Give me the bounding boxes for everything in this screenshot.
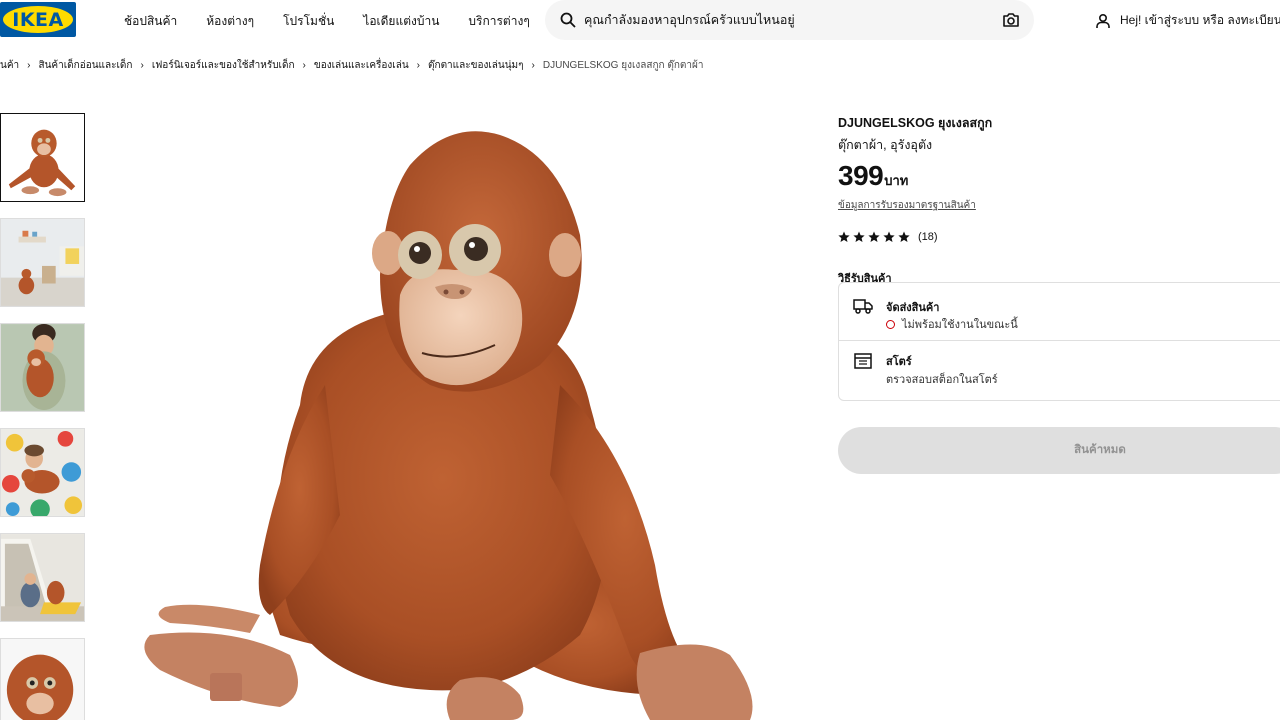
price-value: 399: [838, 160, 884, 191]
thumbnail-face-closeup[interactable]: [0, 638, 85, 720]
unavailable-status-icon: [886, 319, 895, 329]
thumbnail-child-bed[interactable]: [0, 428, 85, 517]
thumbnail-product[interactable]: [0, 113, 85, 202]
truck-icon: [853, 299, 873, 314]
search-icon[interactable]: [560, 12, 576, 28]
breadcrumb-item[interactable]: สินค้าเด็กอ่อนและเด็ก: [38, 58, 132, 73]
delivery-option-store[interactable]: สโตร์ ตรวจสอบสต็อกในสโตร์: [839, 341, 1280, 399]
account-link[interactable]: Hej! เข้าสู่ระบบ หรือ ลงทะเบียน: [1095, 11, 1280, 30]
product-price: 399 บาท: [838, 160, 1280, 192]
delivery-option-shipping[interactable]: จัดส่งสินค้า ไม่พร้อมใช้งานในขณะนี้: [839, 283, 1280, 341]
product-main-image[interactable]: [110, 95, 810, 720]
thumbnail-room[interactable]: [0, 218, 85, 307]
breadcrumb-separator: ›: [416, 59, 421, 71]
shipping-title: จัดส่งสินค้า: [886, 302, 940, 314]
breadcrumb-item[interactable]: ของเล่นและเครื่องเล่น: [314, 58, 409, 73]
breadcrumb-current: DJUNGELSKOG ยุงเงลสกูก ตุ๊กตาผ้า: [542, 59, 704, 71]
ikea-logo[interactable]: IKEA: [0, 2, 76, 37]
breadcrumb-item[interactable]: นค้า: [0, 58, 19, 73]
delivery-options-box: จัดส่งสินค้า ไม่พร้อมใช้งานในขณะนี้ สโตร…: [838, 282, 1280, 401]
breadcrumb-separator: ›: [302, 59, 306, 71]
product-info-panel: DJUNGELSKOG ยุงเงลสกูก ตุ๊กตาผ้า, อุรังอ…: [838, 113, 1280, 474]
price-currency: บาท: [884, 173, 909, 188]
nav-services[interactable]: บริการต่างๆ: [468, 12, 529, 31]
nav-ideas[interactable]: ไอเดียแต่งบ้าน: [363, 12, 439, 31]
shipping-status-text: ไม่พร้อมใช้งานในขณะนี้: [902, 319, 1018, 331]
breadcrumb-item[interactable]: เฟอร์นิเจอร์และของใช้สำหรับเด็ก: [152, 58, 295, 73]
star-icon: [898, 231, 910, 242]
search-bar: [545, 0, 1034, 40]
logo-oval: IKEA: [3, 6, 73, 33]
store-title: สโตร์: [886, 356, 912, 368]
user-icon: [1096, 13, 1110, 28]
breadcrumb-separator: ›: [27, 59, 31, 71]
account-label: Hej! เข้าสู่ระบบ หรือ ลงทะเบียน: [1120, 13, 1280, 27]
rating-count: (18): [918, 231, 938, 243]
star-icon: [838, 231, 850, 242]
sold-out-button[interactable]: สินค้าหมด: [838, 427, 1280, 474]
product-rating[interactable]: (18): [838, 231, 1280, 243]
store-check-stock: ตรวจสอบสต็อกในสโตร์: [886, 374, 998, 386]
thumbnail-tent[interactable]: [0, 533, 85, 622]
nav-promotions[interactable]: โปรโมชั่น: [283, 12, 334, 31]
site-header: IKEA ช้อปสินค้า ห้องต่างๆ โปรโมชั่น ไอเด…: [0, 0, 1280, 44]
star-icon: [883, 231, 895, 242]
search-input[interactable]: [584, 0, 984, 40]
shipping-status: ไม่พร้อมใช้งานในขณะนี้: [886, 315, 1018, 333]
breadcrumb-separator: ›: [531, 59, 535, 71]
main-nav: ช้อปสินค้า ห้องต่างๆ โปรโมชั่น ไอเดียแต่…: [124, 12, 559, 31]
logo-text: IKEA: [12, 8, 64, 31]
camera-icon[interactable]: [1002, 11, 1020, 29]
thumbnail-child-hug[interactable]: [0, 323, 85, 412]
breadcrumb-separator: ›: [140, 59, 144, 71]
nav-rooms[interactable]: ห้องต่างๆ: [206, 12, 254, 31]
star-icon: [853, 231, 865, 242]
standard-certification-link[interactable]: ข้อมูลการรับรองมาตรฐานสินค้า: [838, 198, 976, 213]
breadcrumb: นค้า › สินค้าเด็กอ่อนและเด็ก › เฟอร์นิเจ…: [0, 58, 704, 72]
breadcrumb-item[interactable]: ตุ๊กตาและของเล่นนุ่มๆ: [428, 58, 524, 73]
product-name: DJUNGELSKOG ยุงเงลสกูก: [838, 116, 993, 130]
star-icon: [868, 231, 880, 242]
product-description: ตุ๊กตาผ้า, อุรังอุตัง: [838, 138, 933, 152]
store-icon: [854, 353, 872, 369]
nav-shop[interactable]: ช้อปสินค้า: [124, 12, 177, 31]
sold-out-label: สินค้าหมด: [1074, 444, 1126, 456]
